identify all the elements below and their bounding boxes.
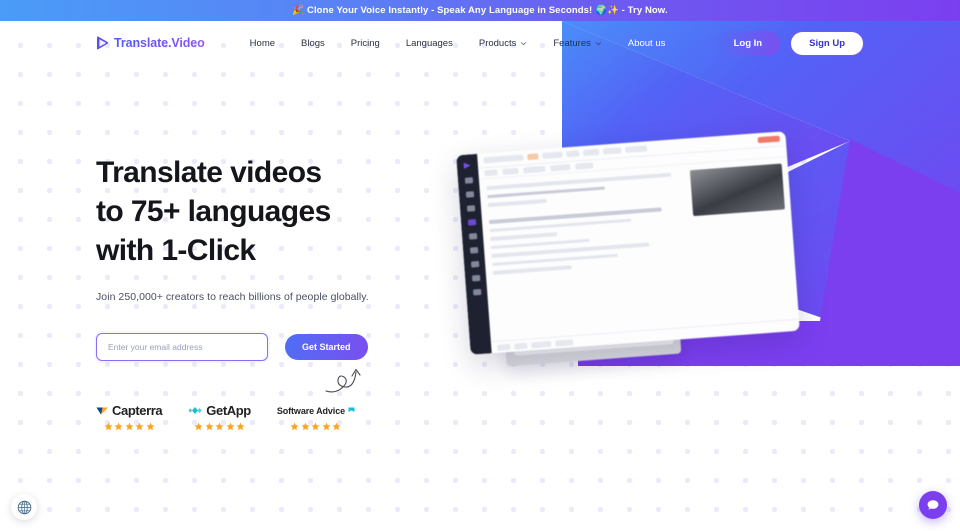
chat-bubble-icon [927, 500, 939, 510]
nav-item-blogs[interactable]: Blogs [288, 21, 338, 65]
badge-logo: Capterra [96, 403, 163, 418]
hero-section: Translate videos to 75+ languages with 1… [0, 153, 960, 431]
rating-stars [104, 422, 155, 431]
star-icon [290, 422, 299, 431]
star-icon [135, 422, 144, 431]
badge-logo: GetApp [188, 403, 251, 418]
signup-form: Get Started [96, 333, 864, 393]
review-badges: Capterra GetApp Software Advice [96, 403, 864, 431]
getapp-diamond-icon [188, 407, 202, 414]
nav-label: Home [249, 37, 276, 49]
auth-buttons: Log In Sign Up [715, 30, 864, 56]
logo-text: Translate.Video [114, 36, 205, 50]
nav-label: About us [627, 37, 666, 49]
nav-item-pricing[interactable]: Pricing [338, 21, 393, 65]
mockup-toolbar-item [624, 145, 648, 153]
star-icon [125, 422, 134, 431]
mockup-submit-button [757, 135, 780, 144]
star-icon [204, 422, 214, 431]
star-icon [301, 422, 310, 431]
nav-label: Products [478, 37, 517, 49]
badge-capterra[interactable]: Capterra [96, 403, 163, 431]
main-navigation: Home Blogs Pricing Languages Products Fe… [237, 21, 679, 65]
nav-item-features[interactable]: Features [540, 21, 615, 65]
nav-label: Languages [405, 37, 453, 49]
star-icon [194, 422, 203, 431]
badge-logo: Software Advice [277, 403, 355, 418]
hero-subheadline: Join 250,000+ creators to reach billions… [96, 291, 369, 303]
nav-item-about-us[interactable]: About us [615, 21, 679, 65]
chat-widget-button[interactable] [919, 491, 947, 519]
nav-item-home[interactable]: Home [237, 21, 288, 65]
announcement-banner[interactable]: 🎉 Clone Your Voice Instantly - Speak Any… [0, 0, 960, 21]
badge-name: GetApp [206, 403, 251, 418]
badge-software-advice[interactable]: Software Advice [277, 403, 355, 431]
star-icon [104, 422, 113, 431]
chevron-down-icon [595, 41, 601, 45]
nav-label: Features [553, 37, 591, 49]
get-started-button[interactable]: Get Started [285, 334, 368, 360]
site-header: Translate.Video Home Blogs Pricing Langu… [0, 21, 960, 65]
play-triangle-icon [97, 36, 109, 50]
badge-name: Capterra [112, 403, 163, 418]
star-icon [332, 422, 341, 431]
nav-item-products[interactable]: Products [466, 21, 541, 65]
rating-stars [194, 422, 245, 431]
capterra-arrow-icon [96, 407, 108, 415]
nav-label: Pricing [350, 37, 380, 49]
star-icon [114, 422, 123, 431]
language-selector-button[interactable] [11, 494, 37, 520]
login-button[interactable]: Log In [715, 30, 781, 56]
star-icon [146, 422, 155, 431]
software-advice-flag-icon [348, 407, 355, 412]
nav-label: Blogs [301, 37, 325, 49]
headline-line-3: with 1-Click [96, 234, 256, 267]
star-icon [322, 422, 331, 431]
page-title: Translate videos to 75+ languages with 1… [96, 153, 864, 270]
star-icon [311, 422, 320, 431]
star-icon [236, 422, 245, 431]
announcement-text: 🎉 Clone Your Voice Instantly - Speak Any… [292, 5, 668, 16]
star-icon [225, 422, 235, 431]
globe-icon [17, 500, 31, 514]
rating-stars [290, 422, 341, 431]
email-input[interactable] [96, 333, 268, 361]
badge-getapp[interactable]: GetApp [188, 403, 251, 431]
nav-item-languages[interactable]: Languages [393, 21, 466, 65]
headline-line-2: to 75+ languages [96, 195, 331, 228]
chevron-down-icon [521, 41, 527, 45]
badge-name: Software Advice [276, 405, 346, 416]
logo[interactable]: Translate.Video [96, 36, 205, 50]
star-icon [215, 422, 224, 431]
curved-arrow-doodle-icon [325, 368, 361, 393]
headline-line-1: Translate videos [96, 156, 322, 189]
signup-button[interactable]: Sign Up [790, 30, 864, 56]
